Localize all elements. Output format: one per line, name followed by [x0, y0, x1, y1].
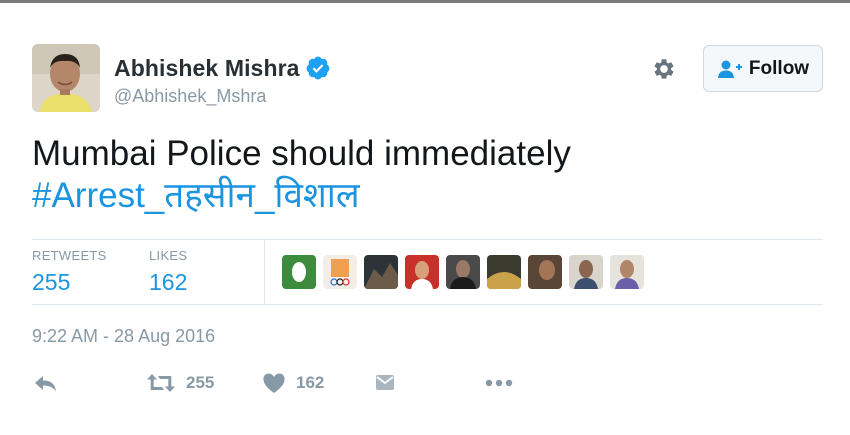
- retweets-value: 255: [32, 269, 71, 295]
- retweet-count: 255: [186, 373, 215, 392]
- user-avatar-icon: [32, 44, 100, 112]
- divider: [32, 304, 823, 305]
- author-handle[interactable]: @Abhishek_Mshra: [114, 86, 266, 107]
- heart-icon: [263, 373, 285, 393]
- tweet-timestamp[interactable]: 9:22 AM - 28 Aug 2016: [32, 326, 215, 347]
- like-count: 162: [296, 373, 325, 392]
- tweet-text: Mumbai Police should immediately #Arrest…: [32, 133, 812, 217]
- likes-label: LIKES: [149, 248, 188, 263]
- like-button[interactable]: 162: [262, 368, 324, 398]
- hashtag-link[interactable]: #Arrest_तहसीन_विशाल: [32, 175, 812, 217]
- author-name-row[interactable]: Abhishek Mishra: [114, 54, 331, 82]
- liker-avatar[interactable]: [364, 255, 398, 289]
- liker-avatar[interactable]: [446, 255, 480, 289]
- gear-icon[interactable]: [650, 55, 678, 83]
- likes-value: 162: [149, 269, 188, 295]
- add-user-icon: [717, 60, 742, 78]
- direct-message-icon: [376, 375, 394, 390]
- retweets-stat[interactable]: RETWEETS 255: [32, 248, 107, 296]
- liker-avatar[interactable]: [487, 255, 521, 289]
- likes-stat[interactable]: LIKES 162: [149, 248, 187, 296]
- follow-label: Follow: [748, 57, 810, 79]
- retweet-button[interactable]: 255: [146, 368, 214, 398]
- author-name[interactable]: Abhishek Mishra: [114, 55, 300, 82]
- liker-avatar[interactable]: [282, 255, 316, 289]
- likers-avatars: [282, 255, 651, 289]
- liker-avatar[interactable]: [569, 255, 603, 289]
- reply-button[interactable]: [34, 368, 58, 398]
- liker-avatar[interactable]: [610, 255, 644, 289]
- stats-separator: [264, 240, 265, 304]
- retweet-icon: [147, 374, 175, 392]
- author-avatar[interactable]: [32, 44, 100, 112]
- retweets-label: RETWEETS: [32, 248, 107, 263]
- follow-button[interactable]: Follow: [703, 45, 823, 92]
- tweet-actions: 255 162: [32, 368, 552, 398]
- tweet-stats: RETWEETS 255 LIKES 162: [32, 240, 823, 304]
- direct-message-button[interactable]: [375, 368, 395, 398]
- reply-icon: [35, 376, 56, 391]
- tweet-card: Abhishek Mishra @Abhishek_Mshra Follow M…: [0, 0, 850, 435]
- liker-avatar[interactable]: [323, 255, 357, 289]
- verified-badge-icon: [306, 56, 329, 80]
- tweet-text-line: Mumbai Police should immediately: [32, 134, 571, 173]
- more-icon: [485, 379, 513, 387]
- liker-avatar[interactable]: [405, 255, 439, 289]
- liker-avatar[interactable]: [528, 255, 562, 289]
- more-button[interactable]: [484, 368, 514, 398]
